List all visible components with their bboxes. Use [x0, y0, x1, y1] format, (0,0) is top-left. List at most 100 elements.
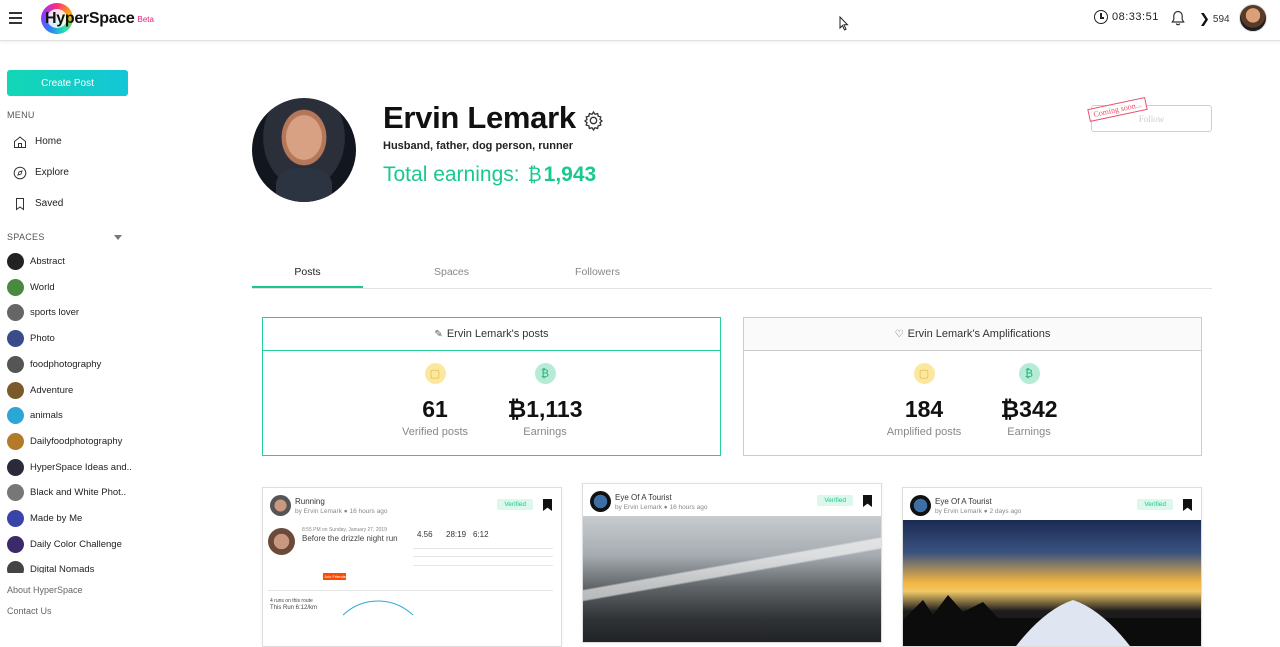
sidebar-space-item[interactable]: HyperSpace Ideas and..	[7, 458, 132, 476]
gear-icon[interactable]	[583, 110, 604, 132]
sidebar-space-item[interactable]: sports lover	[7, 304, 80, 322]
strava-time: 28:19	[446, 530, 467, 539]
post-title: Running	[295, 497, 325, 506]
stat-label: Amplified posts	[886, 426, 962, 438]
tab-followers[interactable]: Followers	[542, 257, 653, 288]
verified-badge: Verified	[497, 499, 533, 510]
sidebar-space-item[interactable]: Made by Me	[7, 510, 82, 527]
stat-value: ₿342	[1000, 396, 1058, 422]
author-avatar	[910, 495, 931, 516]
amplified-posts-stat: ▢ 184 Amplified posts	[874, 363, 974, 438]
post-card[interactable]: Eye Of A Tourist by Ervin Lemark ● 2 day…	[902, 487, 1202, 647]
hyperspace-token-icon: ❯	[1199, 11, 1210, 26]
post-meta: by Ervin Lemark ● 2 days ago	[935, 508, 1022, 515]
stat-value: 184	[904, 396, 944, 422]
post-image	[583, 516, 881, 642]
space-label: Daily Color Challenge	[30, 538, 122, 550]
logo-text: HyperSpace	[45, 9, 135, 27]
bookmark-icon[interactable]	[1183, 499, 1192, 511]
post-square-icon: ▢	[913, 363, 935, 384]
hyperspace-token-icon: ₿	[534, 363, 556, 384]
posts-earnings-stat: ₿ ₿1,113 Earnings	[495, 363, 595, 438]
stat-label: Verified posts	[401, 426, 469, 438]
sidebar-space-item[interactable]: Adventure	[7, 381, 74, 399]
space-avatar-icon	[7, 561, 24, 573]
sidebar-space-item[interactable]: Photo	[7, 330, 55, 348]
sidebar-space-item[interactable]: Daily Color Challenge	[7, 535, 122, 553]
bookmark-icon[interactable]	[543, 499, 552, 511]
verified-badge: Verified	[1137, 499, 1173, 510]
profile-photo	[252, 98, 356, 202]
logo[interactable]: HyperSpace Beta	[41, 3, 154, 34]
top-bar: HyperSpace Beta 08:33:51 ❯ 594	[0, 0, 1280, 41]
space-avatar-icon	[7, 432, 24, 450]
user-avatar[interactable]	[1239, 4, 1267, 32]
posts-stats-title: Ervin Lemark's posts	[446, 328, 549, 340]
hyperspace-token-icon: ₿	[1018, 363, 1040, 384]
sidebar-space-item[interactable]: animals	[7, 407, 63, 425]
amplifications-stats-card: ♡ Ervin Lemark's Amplifications ▢ 184 Am…	[743, 317, 1202, 456]
space-avatar-icon	[7, 304, 24, 322]
sidebar-space-item[interactable]: foodphotography	[7, 355, 101, 373]
token-balance[interactable]: ❯ 594	[1199, 11, 1230, 27]
strava-footer-pace: This Run 6:12/km	[270, 605, 318, 611]
space-avatar-icon	[7, 253, 24, 270]
contact-link[interactable]: Contact Us	[7, 606, 52, 616]
clock-time: 08:33:51	[1112, 11, 1159, 23]
strava-distance: 4.56	[417, 530, 433, 539]
posts-stats-header: ✎ Ervin Lemark's posts	[263, 318, 720, 351]
space-label: Digital Nomads	[30, 564, 95, 573]
space-label: sports lover	[30, 307, 80, 319]
stat-value: ₿1,113	[507, 396, 583, 422]
tab-posts[interactable]: Posts	[252, 257, 363, 288]
follow-area: Follow Coming soon...	[1087, 97, 1212, 132]
space-avatar-icon	[7, 510, 24, 527]
space-avatar-icon	[7, 330, 24, 348]
space-label: Made by Me	[30, 513, 83, 524]
amplifications-stats-title: Ervin Lemark's Amplifications	[907, 328, 1051, 340]
space-avatar-icon	[7, 484, 24, 502]
space-label: Abstract	[30, 256, 65, 267]
about-link[interactable]: About HyperSpace	[7, 585, 83, 595]
author-avatar	[270, 495, 291, 516]
space-label: Adventure	[30, 384, 74, 396]
sidebar-space-item[interactable]: Digital Nomads	[7, 561, 94, 573]
hyperspace-token-icon: ₿	[527, 165, 542, 186]
post-title: Eye Of A Tourist	[615, 493, 672, 502]
clock-icon	[1094, 10, 1108, 24]
hamburger-menu-icon[interactable]	[9, 12, 22, 24]
stat-label: Earnings	[523, 426, 567, 438]
sidebar-space-item[interactable]: Black and White Phot..	[7, 484, 127, 502]
pencil-icon: ✎	[434, 328, 443, 340]
stat-label: Earnings	[1007, 426, 1051, 438]
space-label: Black and White Phot..	[30, 487, 127, 499]
post-header: Eye Of A Tourist by Ervin Lemark ● 2 day…	[903, 488, 1201, 520]
space-avatar-icon	[7, 458, 24, 476]
sidebar: Create Post MENU Home Explore Saved SPAC…	[0, 41, 135, 629]
sidebar-space-item[interactable]: World	[7, 278, 55, 296]
space-avatar-icon	[7, 278, 24, 296]
space-avatar-icon	[7, 407, 24, 425]
post-card[interactable]: Eye Of A Tourist by Ervin Lemark ● 16 ho…	[582, 483, 882, 643]
bookmark-icon[interactable]	[863, 495, 872, 507]
space-label: World	[30, 281, 55, 293]
post-meta: by Ervin Lemark ● 16 hours ago	[295, 508, 388, 515]
tab-spaces[interactable]: Spaces	[396, 257, 507, 288]
space-label: Dailyfoodphotography	[30, 435, 123, 447]
sidebar-space-item[interactable]: Dailyfoodphotography	[7, 432, 123, 450]
strava-footer: 4 runs on this route	[270, 598, 313, 604]
space-label: animals	[30, 410, 63, 422]
stat-value: 61	[422, 396, 448, 422]
strava-pace: 6:12	[473, 530, 489, 539]
sidebar-space-item[interactable]: Abstract	[7, 253, 65, 270]
post-image: 8:55 PM on Sunday, January 27, 2019 Befo…	[263, 520, 561, 646]
spaces-list: Abstract World sports lover Photo foodphotog…	[0, 41, 135, 573]
amplifications-earnings-stat: ₿ ₿342 Earnings	[979, 363, 1079, 438]
profile-name: Ervin Lemark	[383, 100, 576, 135]
post-header: Eye Of A Tourist by Ervin Lemark ● 16 ho…	[583, 484, 881, 516]
earnings-label: Total earnings:	[383, 163, 520, 186]
notifications-bell-icon[interactable]	[1171, 10, 1185, 26]
space-avatar-icon	[7, 381, 24, 399]
post-card[interactable]: Running by Ervin Lemark ● 16 hours ago V…	[262, 487, 562, 647]
posts-stats-card: ✎ Ervin Lemark's posts ▢ 61 Verified pos…	[262, 317, 721, 456]
